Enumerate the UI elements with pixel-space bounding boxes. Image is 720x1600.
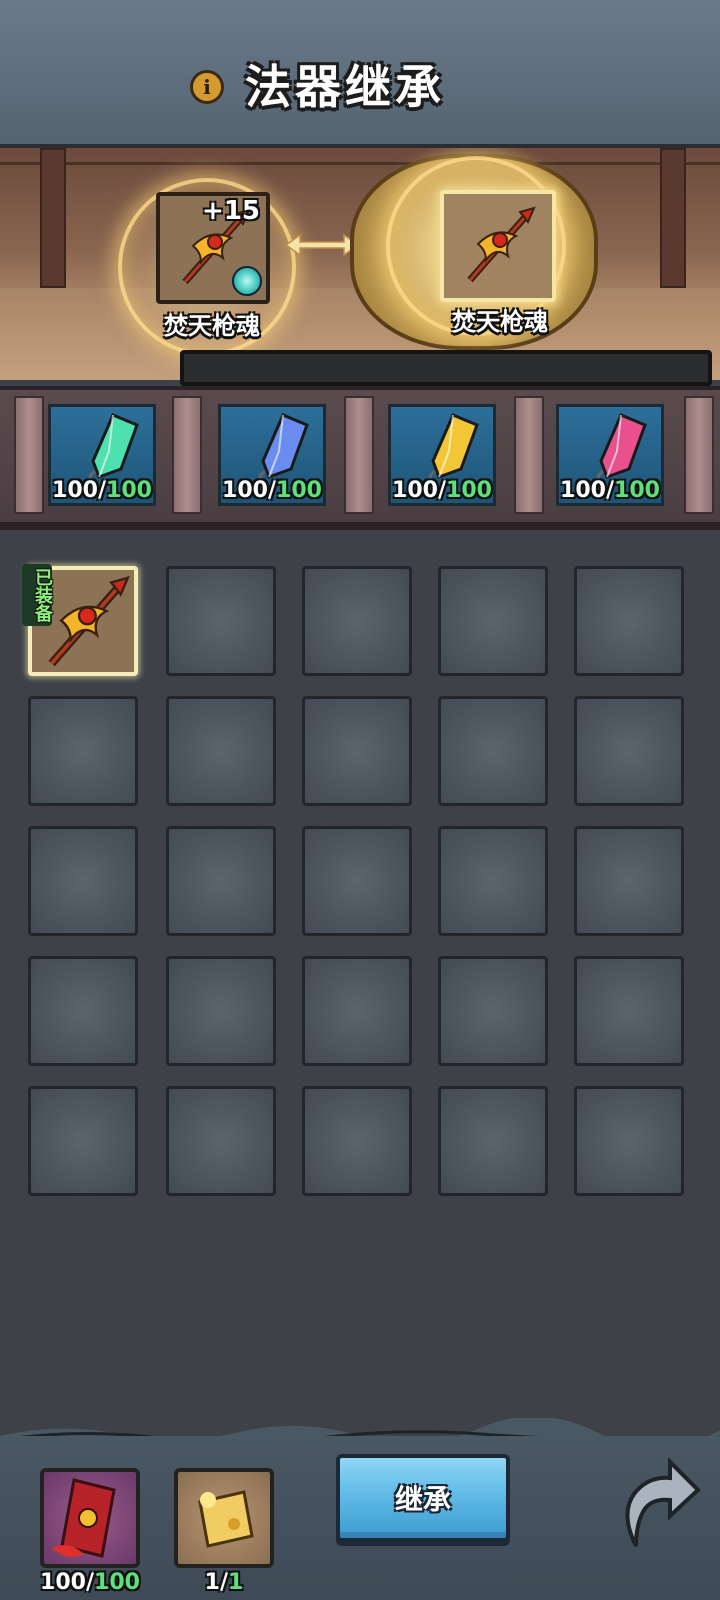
material-count: 100/100 (52, 478, 152, 503)
inherit-button[interactable]: 继承 (336, 1454, 510, 1542)
header-bar: i 法器继承 (0, 0, 720, 148)
inventory-slot[interactable] (438, 566, 548, 676)
inventory-slot[interactable] (166, 956, 276, 1066)
pink-crystal-icon (596, 413, 647, 486)
yellow-crystal-icon (428, 413, 479, 486)
inventory-slot[interactable] (28, 1086, 138, 1196)
back-arrow-icon[interactable] (612, 1454, 702, 1554)
shelf-post (172, 396, 202, 514)
material-slot[interactable]: 100/100 (218, 404, 326, 506)
scroll-talisman-icon (52, 1478, 116, 1558)
inventory-slot[interactable] (574, 696, 684, 806)
inventory-slot[interactable] (302, 1086, 412, 1196)
enhance-level: +15 (202, 196, 260, 226)
inherit-stage: +15 焚天枪魂 焚天枪魂 (0, 148, 720, 380)
inventory-slot[interactable] (574, 826, 684, 936)
blue-crystal-icon (258, 413, 309, 486)
material-count: 100/100 (222, 478, 322, 503)
source-item-name: 焚天枪魂 (164, 312, 260, 340)
inventory-slot[interactable] (438, 826, 548, 936)
inventory-slot[interactable]: 已装备 (22, 564, 138, 676)
wall-beam (0, 162, 720, 165)
target-item-slot[interactable] (440, 190, 556, 302)
page-title: 法器继承 (245, 60, 445, 114)
green-crystal-icon (88, 413, 139, 486)
resource-count-golden-scroll: 1/1 (204, 1570, 244, 1595)
inventory-slot[interactable] (302, 956, 412, 1066)
wall-pillar (40, 148, 66, 288)
material-slot[interactable]: 100/100 (48, 404, 156, 506)
inventory-slot[interactable] (574, 956, 684, 1066)
spirit-flame-icon (232, 266, 262, 296)
resource-slot-golden-scroll[interactable] (174, 1468, 274, 1568)
inventory-slot[interactable] (166, 696, 276, 806)
inventory-slot[interactable] (166, 566, 276, 676)
inventory-slot[interactable] (302, 696, 412, 806)
inventory-slot[interactable] (302, 826, 412, 936)
transfer-arrow-icon (286, 233, 358, 257)
bottom-action-bar: 100/100 1/1 继承 (0, 1436, 720, 1600)
shelf-post (14, 396, 44, 514)
resource-slot-scroll[interactable] (40, 1468, 140, 1568)
inventory-slot[interactable] (166, 826, 276, 936)
material-slot[interactable]: 100/100 (556, 404, 664, 506)
inventory-slot[interactable] (438, 696, 548, 806)
target-item-name: 焚天枪魂 (452, 308, 548, 336)
material-slot[interactable]: 100/100 (388, 404, 496, 506)
equipped-tag: 已装备 (22, 564, 53, 626)
shelf-post (684, 396, 714, 514)
shelf-post (514, 396, 544, 514)
spear-icon (467, 206, 536, 283)
inventory-slot[interactable] (28, 826, 138, 936)
inventory-slot[interactable] (166, 1086, 276, 1196)
source-item-slot[interactable]: +15 (156, 192, 270, 304)
material-count: 100/100 (392, 478, 492, 503)
golden-scroll-icon (198, 1490, 254, 1548)
resource-count-scroll: 100/100 (40, 1570, 140, 1595)
inventory-slot[interactable] (302, 566, 412, 676)
inventory-slot[interactable] (28, 696, 138, 806)
inventory-slot[interactable] (438, 1086, 548, 1196)
info-icon[interactable]: i (190, 70, 224, 104)
material-count: 100/100 (560, 478, 660, 503)
inherit-progress-bar (180, 350, 712, 386)
inventory-slot[interactable] (28, 956, 138, 1066)
inventory-slot[interactable] (574, 1086, 684, 1196)
shelf-post (344, 396, 374, 514)
inventory-slot[interactable] (574, 566, 684, 676)
inventory-slot[interactable] (438, 956, 548, 1066)
wall-pillar (660, 148, 686, 288)
